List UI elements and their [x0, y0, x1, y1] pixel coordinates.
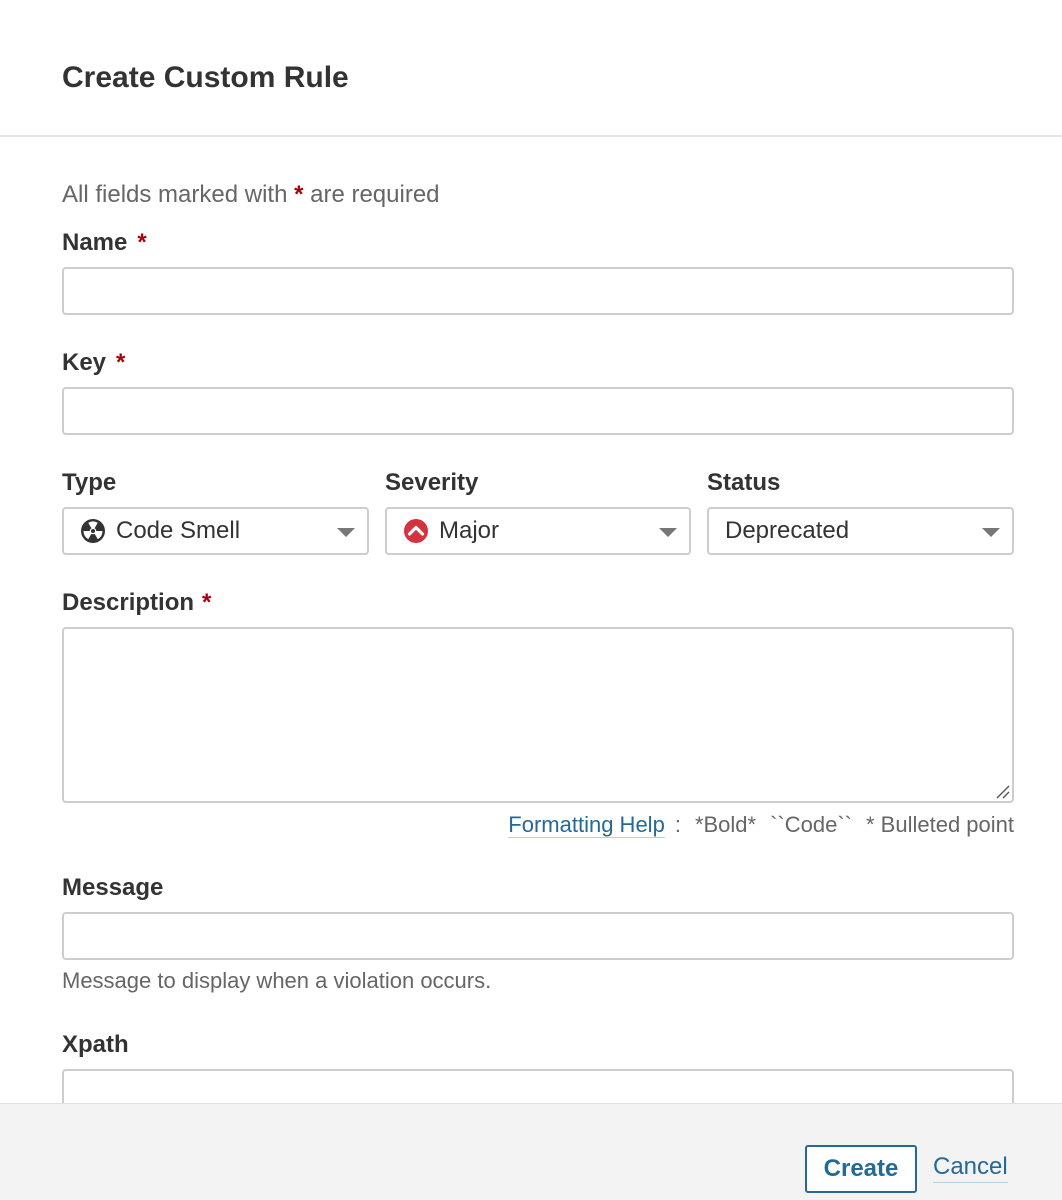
cancel-link[interactable]: Cancel: [933, 1152, 1008, 1183]
formatting-help-link[interactable]: Formatting Help: [508, 812, 665, 838]
chevron-down-icon: [982, 528, 1000, 537]
dialog-title: Create Custom Rule: [62, 61, 349, 94]
name-label-text: Name: [62, 229, 128, 256]
xpath-input[interactable]: [62, 1069, 1014, 1103]
message-hint: Message to display when a violation occu…: [62, 968, 492, 993]
required-note-suffix: are required: [310, 181, 440, 208]
key-input[interactable]: [62, 387, 1014, 435]
dialog-footer: Create Cancel: [0, 1103, 1062, 1200]
key-label: Key *: [62, 347, 125, 379]
type-selected-value: Code Smell: [116, 517, 241, 544]
create-custom-rule-dialog: Create Custom Rule All fields marked wit…: [0, 0, 1062, 1200]
key-label-text: Key: [62, 349, 107, 376]
message-label: Message: [62, 874, 164, 901]
description-textarea[interactable]: [62, 627, 1014, 803]
code-example: ``Code``: [770, 812, 852, 837]
message-input[interactable]: [62, 912, 1014, 960]
key-required-marker: *: [116, 349, 126, 376]
dialog-header: Create Custom Rule: [0, 0, 1062, 137]
status-selected-value: Deprecated: [725, 517, 850, 544]
name-label: Name *: [62, 227, 147, 259]
required-note-prefix: All fields marked with: [62, 181, 288, 208]
type-label: Type: [62, 469, 117, 496]
severity-selected-value: Major: [439, 517, 500, 544]
severity-label: Severity: [385, 469, 479, 496]
chevron-down-icon: [337, 528, 355, 537]
description-required-marker: *: [202, 589, 212, 616]
formatting-help: Formatting Help: *Bold* ``Code`` * Bulleted…: [508, 809, 1014, 841]
resize-handle-icon[interactable]: [994, 783, 1010, 799]
xpath-label: Xpath: [62, 1031, 129, 1058]
create-button[interactable]: Create: [805, 1145, 917, 1193]
code-smell-icon: [80, 518, 106, 544]
chevron-down-icon: [659, 528, 677, 537]
description-label-text: Description: [62, 589, 195, 616]
required-marker: *: [294, 181, 304, 208]
status-label: Status: [707, 469, 781, 496]
name-input[interactable]: [62, 267, 1014, 315]
required-fields-note: All fields marked with * are required: [62, 179, 440, 211]
name-required-marker: *: [137, 229, 147, 256]
formatting-separator: :: [674, 812, 681, 837]
dialog-body[interactable]: All fields marked with * are required Na…: [0, 137, 1062, 1103]
bold-example: *Bold*: [694, 812, 757, 837]
description-label: Description *: [62, 587, 211, 619]
bullet-example: * Bulleted point: [866, 812, 1014, 837]
severity-select[interactable]: Major: [385, 507, 691, 555]
type-select[interactable]: Code Smell: [62, 507, 369, 555]
status-select[interactable]: Deprecated: [707, 507, 1014, 555]
major-severity-icon: [403, 518, 429, 544]
